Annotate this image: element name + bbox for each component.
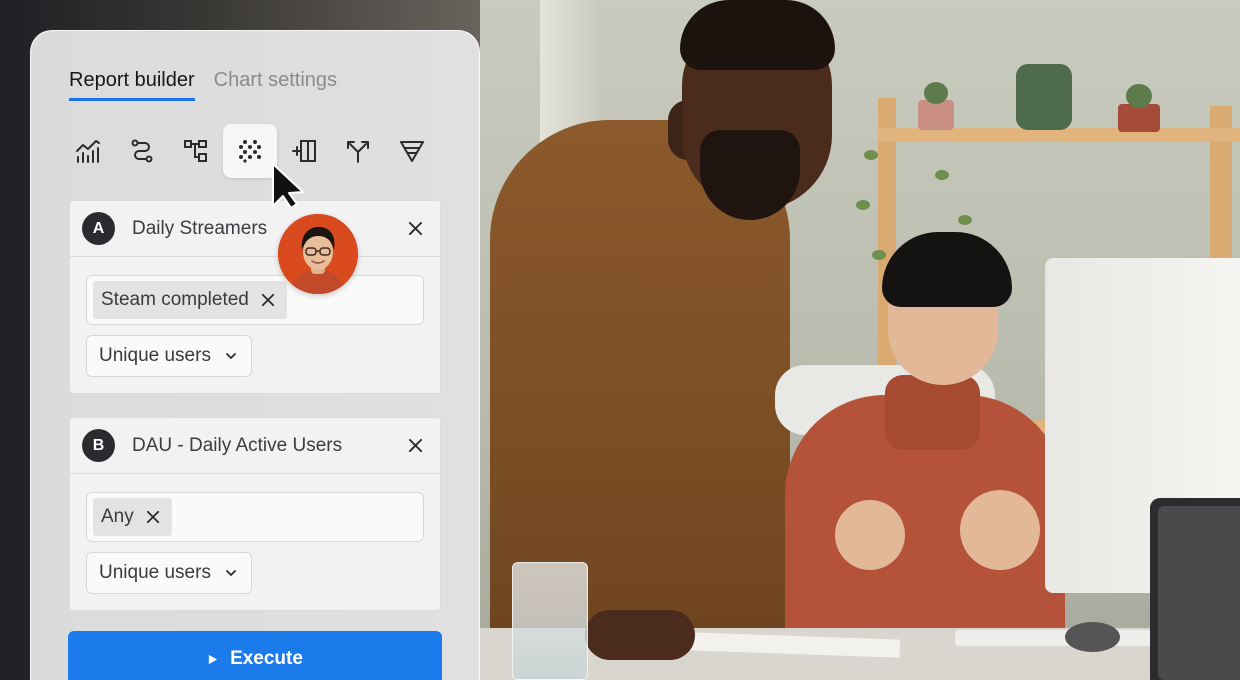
hierarchy-tool[interactable] xyxy=(169,124,223,178)
line-chart-tool[interactable] xyxy=(61,124,115,178)
tab-bar: Report builder Chart settings xyxy=(69,69,337,101)
person-portrait-icon xyxy=(278,214,358,294)
flow-tool[interactable] xyxy=(115,124,169,178)
event-filter-field[interactable]: Any xyxy=(86,492,424,542)
measure-dropdown[interactable]: Unique users xyxy=(86,552,252,594)
line-chart-icon xyxy=(76,140,100,163)
execute-button[interactable]: Execute xyxy=(68,631,442,680)
flow-icon xyxy=(131,139,153,163)
measure-dropdown-value: Unique users xyxy=(99,345,211,366)
split-tool[interactable] xyxy=(331,124,385,178)
close-icon[interactable] xyxy=(146,510,160,524)
event-chip[interactable]: Any xyxy=(93,498,172,536)
scatter-dots-icon xyxy=(239,140,261,163)
event-chip-label: Any xyxy=(101,506,134,527)
collaborator-avatar xyxy=(278,214,358,294)
remove-metric-button[interactable] xyxy=(404,435,426,457)
metric-card-b: B DAU - Daily Active Users Any Unique us… xyxy=(69,417,441,611)
event-chip[interactable]: Steam completed xyxy=(93,281,287,319)
close-icon xyxy=(408,438,422,453)
close-icon[interactable] xyxy=(261,293,275,307)
metric-card-header: A Daily Streamers xyxy=(70,201,440,257)
tab-chart-settings[interactable]: Chart settings xyxy=(214,69,337,101)
tab-report-builder[interactable]: Report builder xyxy=(69,69,195,101)
filter-tool[interactable] xyxy=(385,124,439,178)
metric-card-header: B DAU - Daily Active Users xyxy=(70,418,440,474)
split-arrow-icon xyxy=(347,141,369,163)
filter-icon xyxy=(400,141,424,162)
chevron-down-icon xyxy=(226,353,236,359)
chart-type-toolbar xyxy=(61,124,439,178)
event-chip-label: Steam completed xyxy=(101,289,249,310)
hierarchy-icon xyxy=(184,140,207,162)
metric-badge: A xyxy=(82,212,115,245)
add-column-icon xyxy=(292,140,316,162)
execute-button-label: Execute xyxy=(230,648,303,669)
metric-title[interactable]: DAU - Daily Active Users xyxy=(132,435,404,457)
scatter-tool[interactable] xyxy=(223,124,277,178)
play-icon xyxy=(208,654,218,664)
chevron-down-icon xyxy=(226,570,236,576)
metric-card-a: A Daily Streamers Steam completed Unique… xyxy=(69,200,441,394)
add-column-tool[interactable] xyxy=(277,124,331,178)
metric-badge: B xyxy=(82,429,115,462)
report-builder-panel: Report builder Chart settings A Daily St… xyxy=(30,30,480,680)
remove-metric-button[interactable] xyxy=(404,218,426,240)
measure-dropdown[interactable]: Unique users xyxy=(86,335,252,377)
close-icon xyxy=(408,221,422,236)
measure-dropdown-value: Unique users xyxy=(99,562,211,583)
event-filter-field[interactable]: Steam completed xyxy=(86,275,424,325)
metric-title[interactable]: Daily Streamers xyxy=(132,218,404,240)
